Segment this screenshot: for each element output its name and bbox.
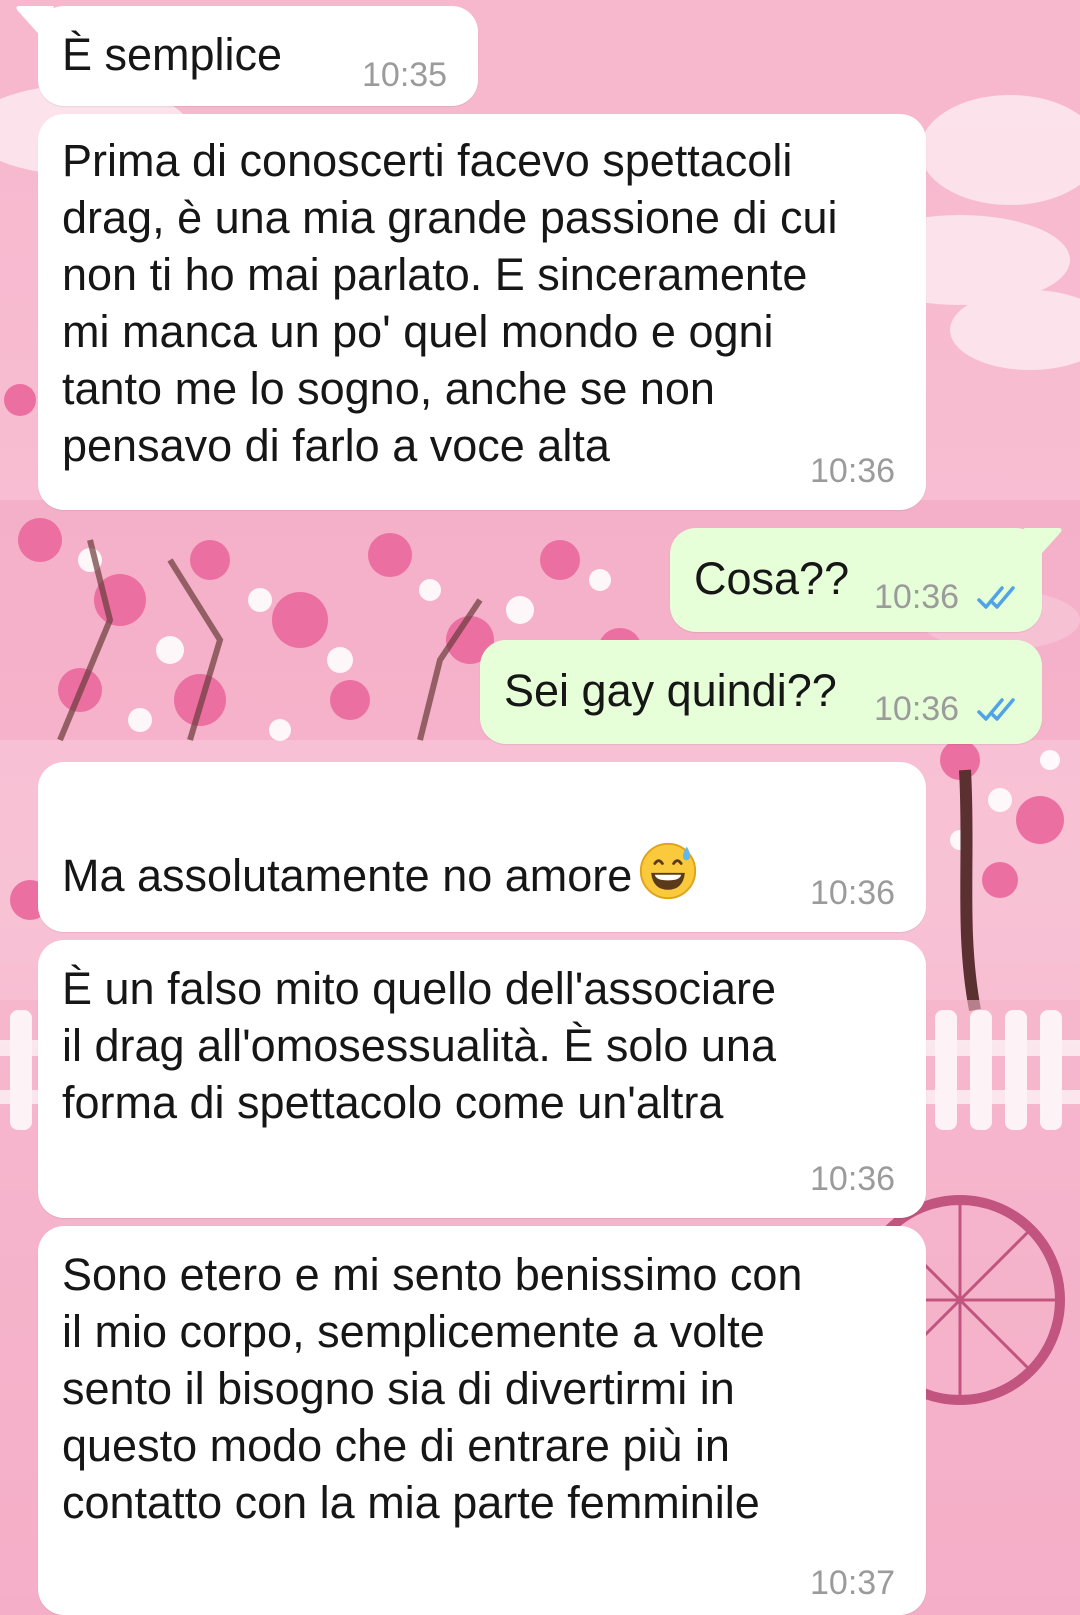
message-bubble[interactable]: Sei gay quindi?? 10:36 (480, 640, 1042, 744)
message-time: 10:37 (810, 1564, 896, 1602)
message-bubble[interactable]: Ma assolutamente no amore 10:36 (38, 762, 926, 932)
message-text: È un falso mito quello dell'associare il… (62, 963, 776, 1128)
message-bubble[interactable]: È semplice 10:35 (38, 6, 478, 106)
message-bubble[interactable]: Cosa?? 10:36 (670, 528, 1042, 632)
message-text: Prima di conoscerti facevo spettacoli dr… (62, 135, 838, 471)
message-time: 10:36 (874, 690, 960, 728)
message-text: Cosa?? (694, 553, 850, 604)
double-check-icon (977, 586, 1015, 609)
double-check-icon (977, 698, 1015, 721)
message-text: Ma assolutamente no amore (62, 850, 633, 901)
grinning-face-with-sweat-icon (640, 842, 697, 900)
message-bubble[interactable]: È un falso mito quello dell'associare il… (38, 940, 926, 1218)
message-text: Sono etero e mi sento benissimo con il m… (62, 1249, 803, 1528)
message-time: 10:35 (362, 56, 448, 94)
message-time: 10:36 (810, 1160, 896, 1198)
message-time: 10:36 (874, 578, 960, 616)
message-bubble[interactable]: Sono etero e mi sento benissimo con il m… (38, 1226, 926, 1615)
message-time: 10:36 (810, 874, 896, 912)
message-text: Sei gay quindi?? (504, 665, 837, 716)
message-bubble[interactable]: Prima di conoscerti facevo spettacoli dr… (38, 114, 926, 510)
message-time: 10:36 (810, 452, 896, 490)
message-text: È semplice (62, 29, 283, 80)
message-text-line: Ma assolutamente no amore (62, 784, 698, 904)
